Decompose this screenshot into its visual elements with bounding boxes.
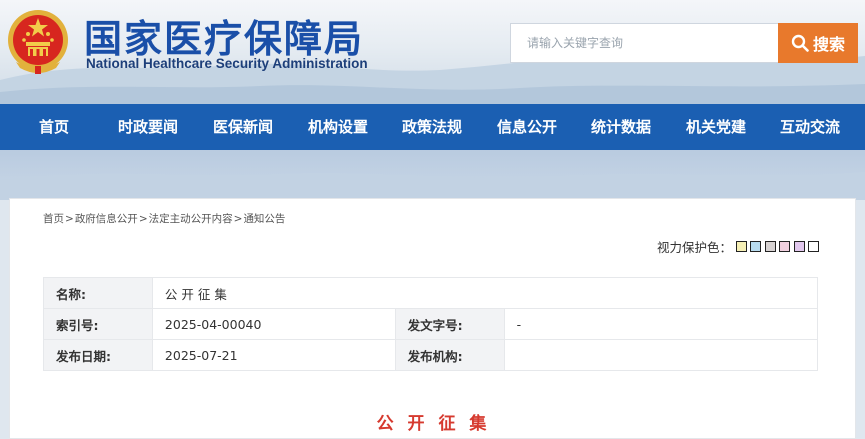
breadcrumb-gov-info[interactable]: 政府信息公开 <box>75 211 138 226</box>
table-row: 索引号: 2025-04-00040 发文字号: - <box>43 308 819 340</box>
breadcrumb-separator: > <box>65 212 74 225</box>
nav-item-statistics[interactable]: 统计数据 <box>591 104 651 150</box>
search-button-label: 搜索 <box>812 35 845 54</box>
banner-band <box>0 150 865 200</box>
breadcrumb-notices[interactable]: 通知公告 <box>243 211 285 226</box>
search-button[interactable]: 搜索 <box>778 23 858 63</box>
meta-date-value: 2025-07-21 <box>151 339 396 371</box>
table-row: 发布日期: 2025-07-21 发布机构: <box>43 339 819 371</box>
document-title: 公 开 征 集 <box>376 414 491 434</box>
breadcrumb: 首页 > 政府信息公开 > 法定主动公开内容 > 通知公告 <box>43 211 285 226</box>
vision-label: 视力保护色： <box>656 240 732 255</box>
content-panel: 首页 > 政府信息公开 > 法定主动公开内容 > 通知公告 视力保护色： 名称:… <box>9 198 856 439</box>
search-input[interactable] <box>510 23 778 63</box>
main-nav: 首页 时政要闻 医保新闻 机构设置 政策法规 信息公开 统计数据 机关党建 互动… <box>0 104 865 150</box>
nav-item-disclosure[interactable]: 信息公开 <box>497 104 557 150</box>
banner-mountains <box>0 172 865 200</box>
document-meta-table: 名称: 公 开 征 集 索引号: 2025-04-00040 发文字号: - 发… <box>43 277 819 371</box>
meta-date-label: 发布日期: <box>43 339 153 371</box>
site-title-en[interactable]: National Healthcare Security Administrat… <box>86 56 368 71</box>
swatch-purple[interactable] <box>793 241 805 252</box>
meta-docno-value: - <box>503 308 819 340</box>
meta-org-value <box>503 339 819 371</box>
breadcrumb-separator: > <box>233 212 243 225</box>
swatch-white[interactable] <box>808 241 819 252</box>
meta-index-label: 索引号: <box>43 308 153 340</box>
swatch-pink[interactable] <box>779 241 790 252</box>
national-emblem-icon[interactable] <box>6 8 70 76</box>
meta-docno-label: 发文字号: <box>394 308 505 340</box>
nav-item-organization[interactable]: 机构设置 <box>308 104 368 150</box>
search-bar: 搜索 <box>510 23 858 63</box>
vision-protection-colors: 视力保护色： <box>657 237 819 256</box>
swatch-gray[interactable] <box>764 241 776 252</box>
site-header: 国家医疗保障局 National Healthcare Security Adm… <box>0 0 865 104</box>
breadcrumb-home[interactable]: 首页 <box>43 211 64 226</box>
meta-name-value: 公 开 征 集 <box>151 277 819 309</box>
nav-item-party[interactable]: 机关党建 <box>686 104 746 150</box>
breadcrumb-separator: > <box>138 212 148 225</box>
breadcrumb-statutory[interactable]: 法定主动公开内容 <box>149 211 233 226</box>
nav-item-home[interactable]: 首页 <box>39 104 69 150</box>
meta-index-value: 2025-04-00040 <box>151 308 396 340</box>
site-title-cn[interactable]: 国家医疗保障局 <box>84 8 364 63</box>
nav-item-interaction[interactable]: 互动交流 <box>780 104 840 150</box>
nav-item-policy[interactable]: 政策法规 <box>402 104 462 150</box>
meta-name-label: 名称: <box>43 277 153 309</box>
meta-org-label: 发布机构: <box>394 339 505 371</box>
nav-item-news[interactable]: 时政要闻 <box>118 104 178 150</box>
search-icon <box>791 34 809 52</box>
swatch-blue[interactable] <box>750 241 761 252</box>
nav-item-healthcare-news[interactable]: 医保新闻 <box>213 104 273 150</box>
table-row: 名称: 公 开 征 集 <box>43 277 819 309</box>
swatch-yellow[interactable] <box>735 241 747 252</box>
